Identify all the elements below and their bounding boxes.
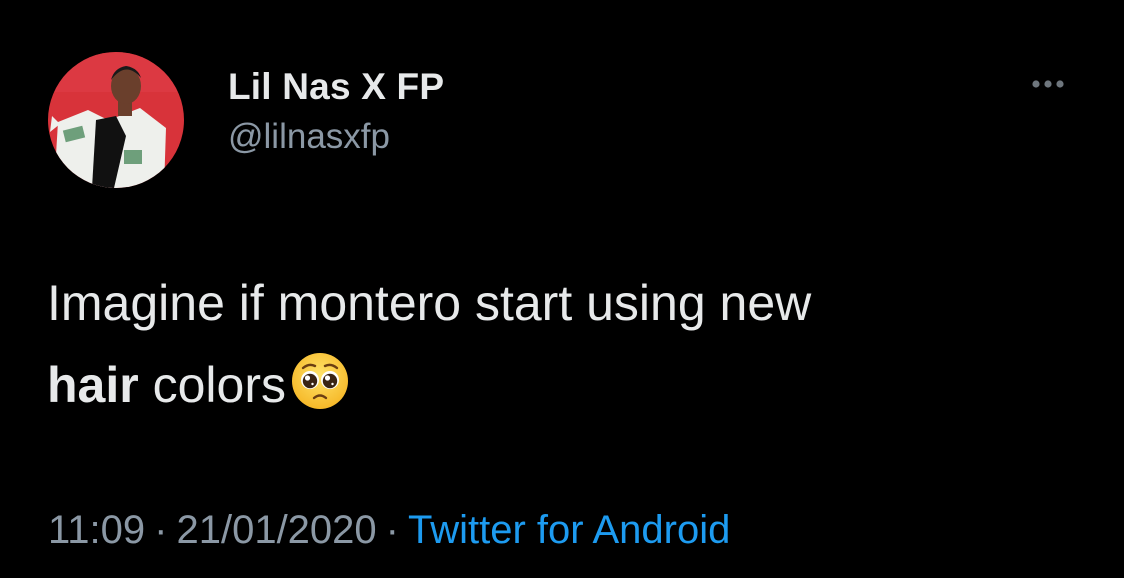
author-handle[interactable]: @lilnasxfp [228,117,390,157]
profile-photo-icon [48,52,184,188]
more-horizontal-icon [1032,80,1064,88]
author-avatar[interactable] [48,52,184,188]
meta-separator: · [385,508,399,552]
pleading-face-emoji-icon [290,351,350,411]
tweet-text-bold-word: hair [47,357,139,413]
tweet-text: Imagine if montero start using new hair c… [47,262,1067,426]
tweet-source-link[interactable]: Twitter for Android [408,508,730,552]
tweet-date: 21/01/2020 [176,508,377,552]
tweet-meta: 11:09 · 21/01/2020 · Twitter for Android [48,508,730,553]
tweet: Lil Nas X FP @lilnasxfp Imagine if monte… [0,0,1124,578]
meta-separator: · [154,508,168,552]
tweet-text-line1: Imagine if montero start using new [47,275,812,331]
tweet-time: 11:09 [48,508,146,552]
more-options-button[interactable] [1024,72,1072,96]
tweet-text-rest: colors [138,357,286,413]
author-display-name[interactable]: Lil Nas X FP [228,66,444,108]
